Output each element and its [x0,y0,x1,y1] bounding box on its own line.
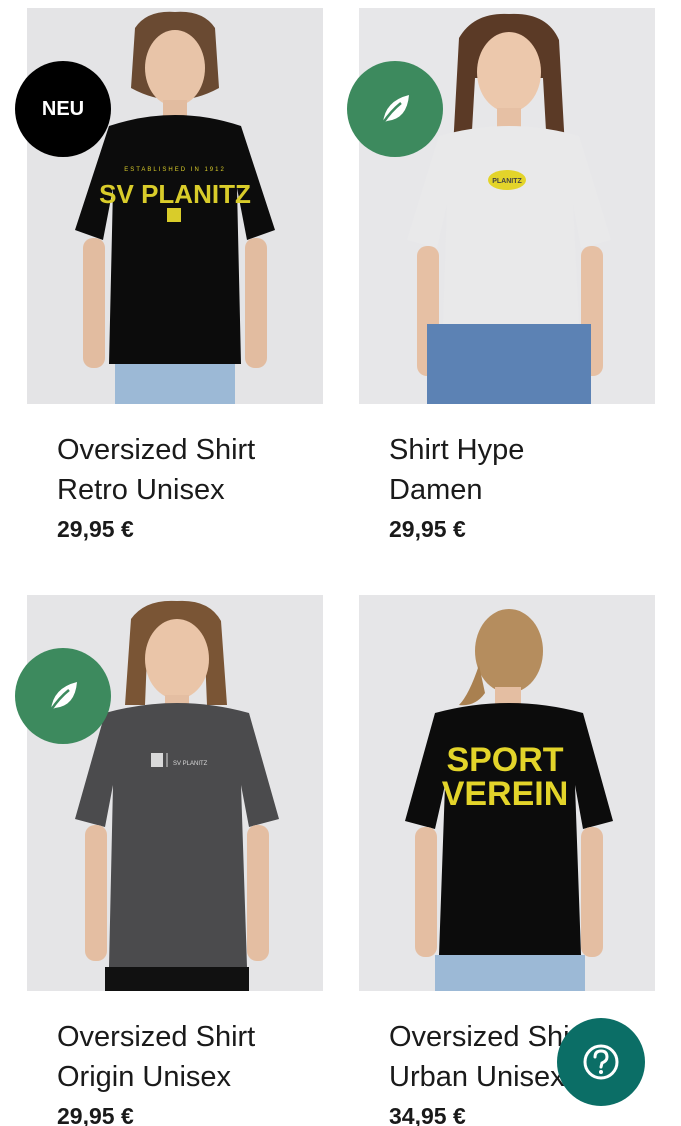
product-price: 29,95 € [389,516,466,542]
product-price: 29,95 € [57,1103,134,1126]
product-price: 29,95 € [57,516,134,542]
svg-text:ESTABLISHED IN 1912: ESTABLISHED IN 1912 [124,167,226,173]
svg-text:SV PLANITZ: SV PLANITZ [173,761,208,767]
question-icon [583,1044,619,1080]
svg-text:PLANITZ: PLANITZ [492,178,522,185]
help-button[interactable] [557,1018,645,1106]
product-image[interactable]: SPORT VEREIN [359,595,655,991]
svg-text:SV PLANITZ: SV PLANITZ [99,179,251,209]
leaf-icon [347,61,443,157]
product-grid: ESTABLISHED IN 1912 SV PLANITZ Oversized… [0,0,681,1126]
product-price: 34,95 € [389,1103,466,1126]
leaf-icon [15,648,111,744]
product-title[interactable]: Shirt Hype Damen [389,430,655,510]
svg-text:VEREIN: VEREIN [442,775,569,813]
product-title[interactable]: Oversized Shirt Origin Unisex [57,1017,323,1097]
product-title[interactable]: Oversized Shirt Retro Unisex [57,430,323,510]
new-badge: NEU [15,61,111,157]
svg-text:SPORT: SPORT [446,741,563,779]
